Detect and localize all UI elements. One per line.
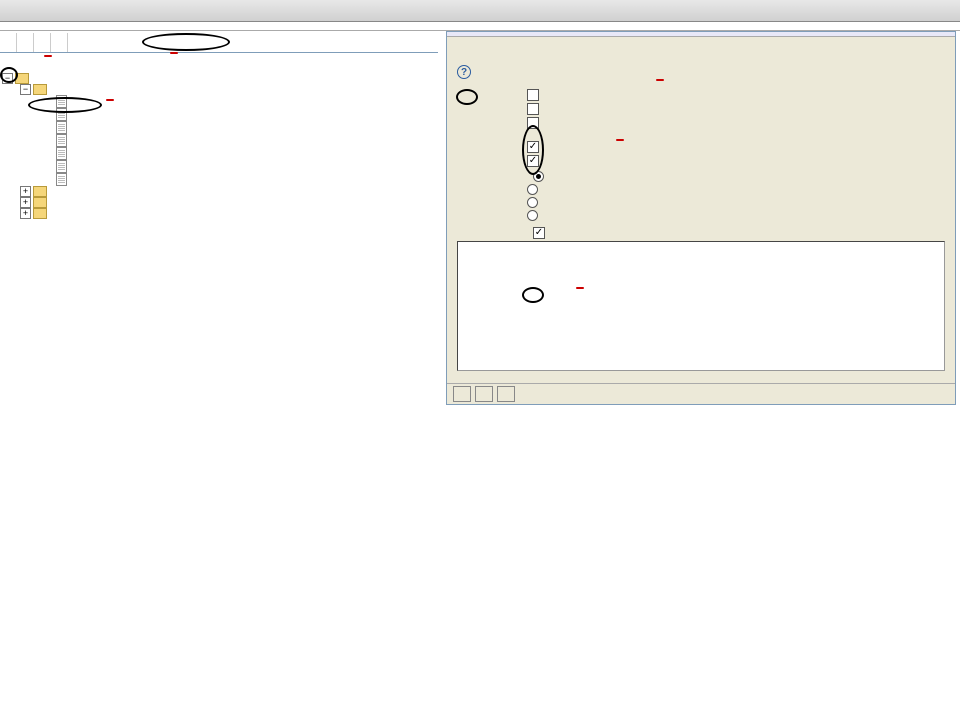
callout-steg3	[106, 99, 114, 101]
tab-showall[interactable]	[17, 33, 34, 52]
plus-icon[interactable]: +	[20, 197, 31, 208]
plus-icon[interactable]: +	[20, 186, 31, 197]
callout-steg4	[616, 139, 624, 141]
page-icon	[56, 121, 67, 134]
checkbox-showall[interactable]	[527, 89, 539, 101]
apply-button[interactable]	[453, 386, 471, 402]
callout-steg1	[170, 52, 178, 54]
tab-allbydoctype[interactable]	[34, 33, 51, 52]
header-bar	[0, 0, 960, 22]
tab-todo[interactable]	[0, 33, 17, 52]
folder-icon	[33, 84, 47, 95]
help-icon: ?	[457, 65, 471, 79]
folder-icon	[33, 208, 47, 219]
oval-annotation	[522, 287, 544, 303]
folder-icon	[33, 197, 47, 208]
right-screenshot: ?	[446, 31, 956, 405]
callout-steg2	[44, 55, 52, 57]
radio-date4[interactable]	[527, 210, 538, 221]
folder-icon	[33, 186, 47, 197]
tab-search[interactable]	[51, 33, 68, 52]
oval-annotation	[142, 33, 230, 51]
callout-steg5	[576, 287, 584, 289]
reset-button[interactable]	[475, 386, 493, 402]
page-subtitle	[0, 22, 960, 31]
button-bar	[447, 383, 955, 404]
radio-date2[interactable]	[527, 184, 538, 195]
page-icon	[56, 134, 67, 147]
oval-annotation	[28, 97, 102, 113]
oval-annotation	[0, 67, 18, 83]
checkbox-allcats[interactable]	[533, 227, 545, 239]
minus-icon[interactable]: −	[20, 84, 31, 95]
instructions	[0, 405, 960, 425]
oval-annotation	[456, 89, 478, 105]
page-icon	[56, 173, 67, 186]
oval-annotation	[522, 125, 544, 175]
callout-note1	[656, 79, 664, 81]
checkbox-overdue[interactable]	[527, 103, 539, 115]
left-screenshot: − − + + +	[0, 31, 438, 405]
page-icon	[56, 160, 67, 173]
category-listbox[interactable]	[457, 241, 945, 371]
radio-date3[interactable]	[527, 197, 538, 208]
plus-icon[interactable]: +	[20, 208, 31, 219]
tree-view: − − + + +	[0, 69, 438, 223]
page-icon	[56, 147, 67, 160]
save-options-button[interactable]	[497, 386, 515, 402]
